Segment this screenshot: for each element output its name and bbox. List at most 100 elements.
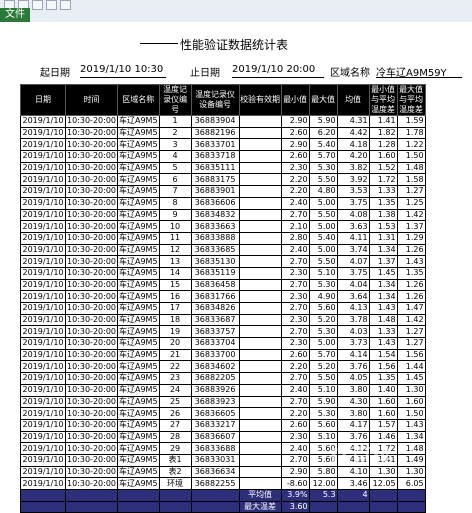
table-cell[interactable]: 5	[158, 161, 192, 175]
table-cell[interactable]: 27	[158, 418, 192, 432]
table-cell[interactable]: 3.92	[336, 173, 370, 187]
file-tab[interactable]: 文件	[0, 8, 30, 22]
table-cell[interactable]: 2019/1/10	[20, 477, 66, 490]
table-cell[interactable]: 4.11	[336, 231, 370, 245]
header-cell[interactable]: 均值	[336, 84, 370, 116]
table-cell[interactable]: 8	[158, 196, 192, 210]
table-cell[interactable]: 36833663	[190, 220, 240, 233]
table-cell[interactable]: 5.70	[308, 150, 338, 163]
table-cell[interactable]: 3.76	[336, 430, 370, 444]
table-cell[interactable]: 10:30-20:00	[65, 243, 118, 257]
table-cell[interactable]: 36833217	[190, 418, 240, 432]
table-cell[interactable]: 车辽A9M5	[117, 313, 160, 327]
table-cell[interactable]: 表2	[158, 465, 192, 479]
table-cell[interactable]: 3	[158, 138, 192, 152]
table-cell[interactable]: 2019/1/10	[20, 220, 66, 233]
table-cell[interactable]: 2.90	[280, 115, 310, 128]
table-cell[interactable]: 1.30	[396, 465, 426, 479]
table-cell[interactable]: 4.18	[336, 138, 370, 152]
table-cell[interactable]: 10:30-20:00	[65, 278, 118, 292]
table-cell[interactable]: 车辽A9M5	[117, 407, 160, 420]
max-diff-label[interactable]: 最大温差	[238, 500, 282, 513]
table-cell[interactable]: 1.43	[396, 418, 426, 432]
table-cell[interactable]: 36883923	[190, 395, 240, 409]
table-cell[interactable]: 9	[158, 208, 192, 222]
table-cell[interactable]: 10:30-20:00	[65, 325, 118, 339]
table-cell[interactable]: 1.33	[368, 185, 398, 198]
table-cell[interactable]: 1.35	[368, 372, 398, 385]
table-cell[interactable]: 1.42	[396, 313, 426, 327]
table-cell[interactable]: 1.38	[368, 208, 398, 222]
table-cell[interactable]: 3.73	[336, 337, 370, 350]
table-cell[interactable]: 2.70	[280, 395, 310, 409]
table-cell[interactable]: 1.40	[368, 383, 398, 397]
table-cell[interactable]: 车辽A9M5	[117, 453, 160, 467]
table-cell[interactable]	[238, 255, 282, 268]
table-cell[interactable]: 36835119	[190, 266, 240, 280]
table-cell[interactable]: 1.43	[396, 255, 426, 268]
max-diff-value[interactable]: 3.60	[280, 500, 310, 513]
table-cell[interactable]	[238, 383, 282, 397]
table-cell[interactable]: 5.20	[308, 313, 338, 327]
table-cell[interactable]: 车辽A9M5	[117, 126, 160, 140]
table-cell[interactable]: 10:30-20:00	[65, 138, 118, 152]
table-cell[interactable]: 1.29	[396, 231, 426, 245]
average-min[interactable]: 3.9%	[280, 489, 310, 502]
table-cell[interactable]: 1.35	[368, 196, 398, 210]
table-cell[interactable]: 1.48	[396, 161, 426, 175]
table-cell[interactable]: 2019/1/10	[20, 395, 66, 409]
table-cell[interactable]: 2	[158, 126, 192, 140]
table-cell[interactable]: 2019/1/10	[20, 360, 66, 374]
table-cell[interactable]: 20	[158, 337, 192, 350]
table-cell[interactable]: 1.72	[368, 173, 398, 187]
table-cell[interactable]	[238, 231, 282, 245]
table-cell[interactable]: 1.34	[368, 278, 398, 292]
table-cell[interactable]: 1.60	[368, 150, 398, 163]
table-cell[interactable]: 4.12	[336, 442, 370, 455]
table-cell[interactable]: 2019/1/10	[20, 196, 66, 210]
table-cell[interactable]: 24	[158, 383, 192, 397]
table-cell[interactable]: 1.41	[368, 115, 398, 128]
table-cell[interactable]: 36835130	[190, 255, 240, 268]
table-cell[interactable]: 4.05	[336, 372, 370, 385]
table-cell[interactable]: 1.35	[396, 266, 426, 280]
table-cell[interactable]	[238, 395, 282, 409]
table-cell[interactable]: 17	[158, 302, 192, 315]
table-cell[interactable]: 车辽A9M5	[117, 243, 160, 257]
table-cell[interactable]: 2019/1/10	[20, 115, 66, 128]
table-cell[interactable]: 1.26	[396, 278, 426, 292]
table-cell[interactable]: 1.22	[396, 138, 426, 152]
table-cell[interactable]: 5.60	[308, 453, 338, 467]
table-cell[interactable]: 10:30-20:00	[65, 348, 118, 362]
table-cell[interactable]: 6.20	[308, 126, 338, 140]
header-cell[interactable]: 校验有效期	[238, 84, 282, 116]
table-cell[interactable]: 2019/1/10	[20, 325, 66, 339]
table-cell[interactable]: 2.40	[280, 383, 310, 397]
table-cell[interactable]: 1.25	[396, 196, 426, 210]
table-cell[interactable]: 10:30-20:00	[65, 395, 118, 409]
table-cell[interactable]: 2019/1/10	[20, 231, 66, 245]
table-cell[interactable]	[238, 243, 282, 257]
table-cell[interactable]: 11	[158, 231, 192, 245]
table-cell[interactable]	[238, 337, 282, 350]
table-cell[interactable]: 1.37	[368, 255, 398, 268]
table-cell[interactable]: 36833888	[190, 231, 240, 245]
table-cell[interactable]: 2019/1/10	[20, 243, 66, 257]
table-cell[interactable]: 1.34	[368, 290, 398, 303]
table-cell[interactable]: 3.74	[336, 243, 370, 257]
table-cell[interactable]: 5.50	[308, 372, 338, 385]
header-cell[interactable]: 区域名称	[117, 84, 160, 116]
table-cell[interactable]: 车辽A9M5	[117, 360, 160, 374]
table-cell[interactable]: 2019/1/10	[20, 266, 66, 280]
table-cell[interactable]: 车辽A9M5	[117, 161, 160, 175]
table-cell[interactable]: 10:30-20:00	[65, 266, 118, 280]
table-cell[interactable]: 10:30-20:00	[65, 115, 118, 128]
table-cell[interactable]: 10:30-20:00	[65, 161, 118, 175]
table-cell[interactable]: 车辽A9M5	[117, 302, 160, 315]
header-cell[interactable]: 温度记录仪设备编号	[190, 84, 240, 116]
table-cell[interactable]: 2.60	[280, 418, 310, 432]
table-cell[interactable]: 1.30	[396, 383, 426, 397]
table-cell[interactable]: 车辽A9M5	[117, 266, 160, 280]
table-cell[interactable]: 5.00	[308, 243, 338, 257]
table-cell[interactable]: 1.31	[368, 231, 398, 245]
